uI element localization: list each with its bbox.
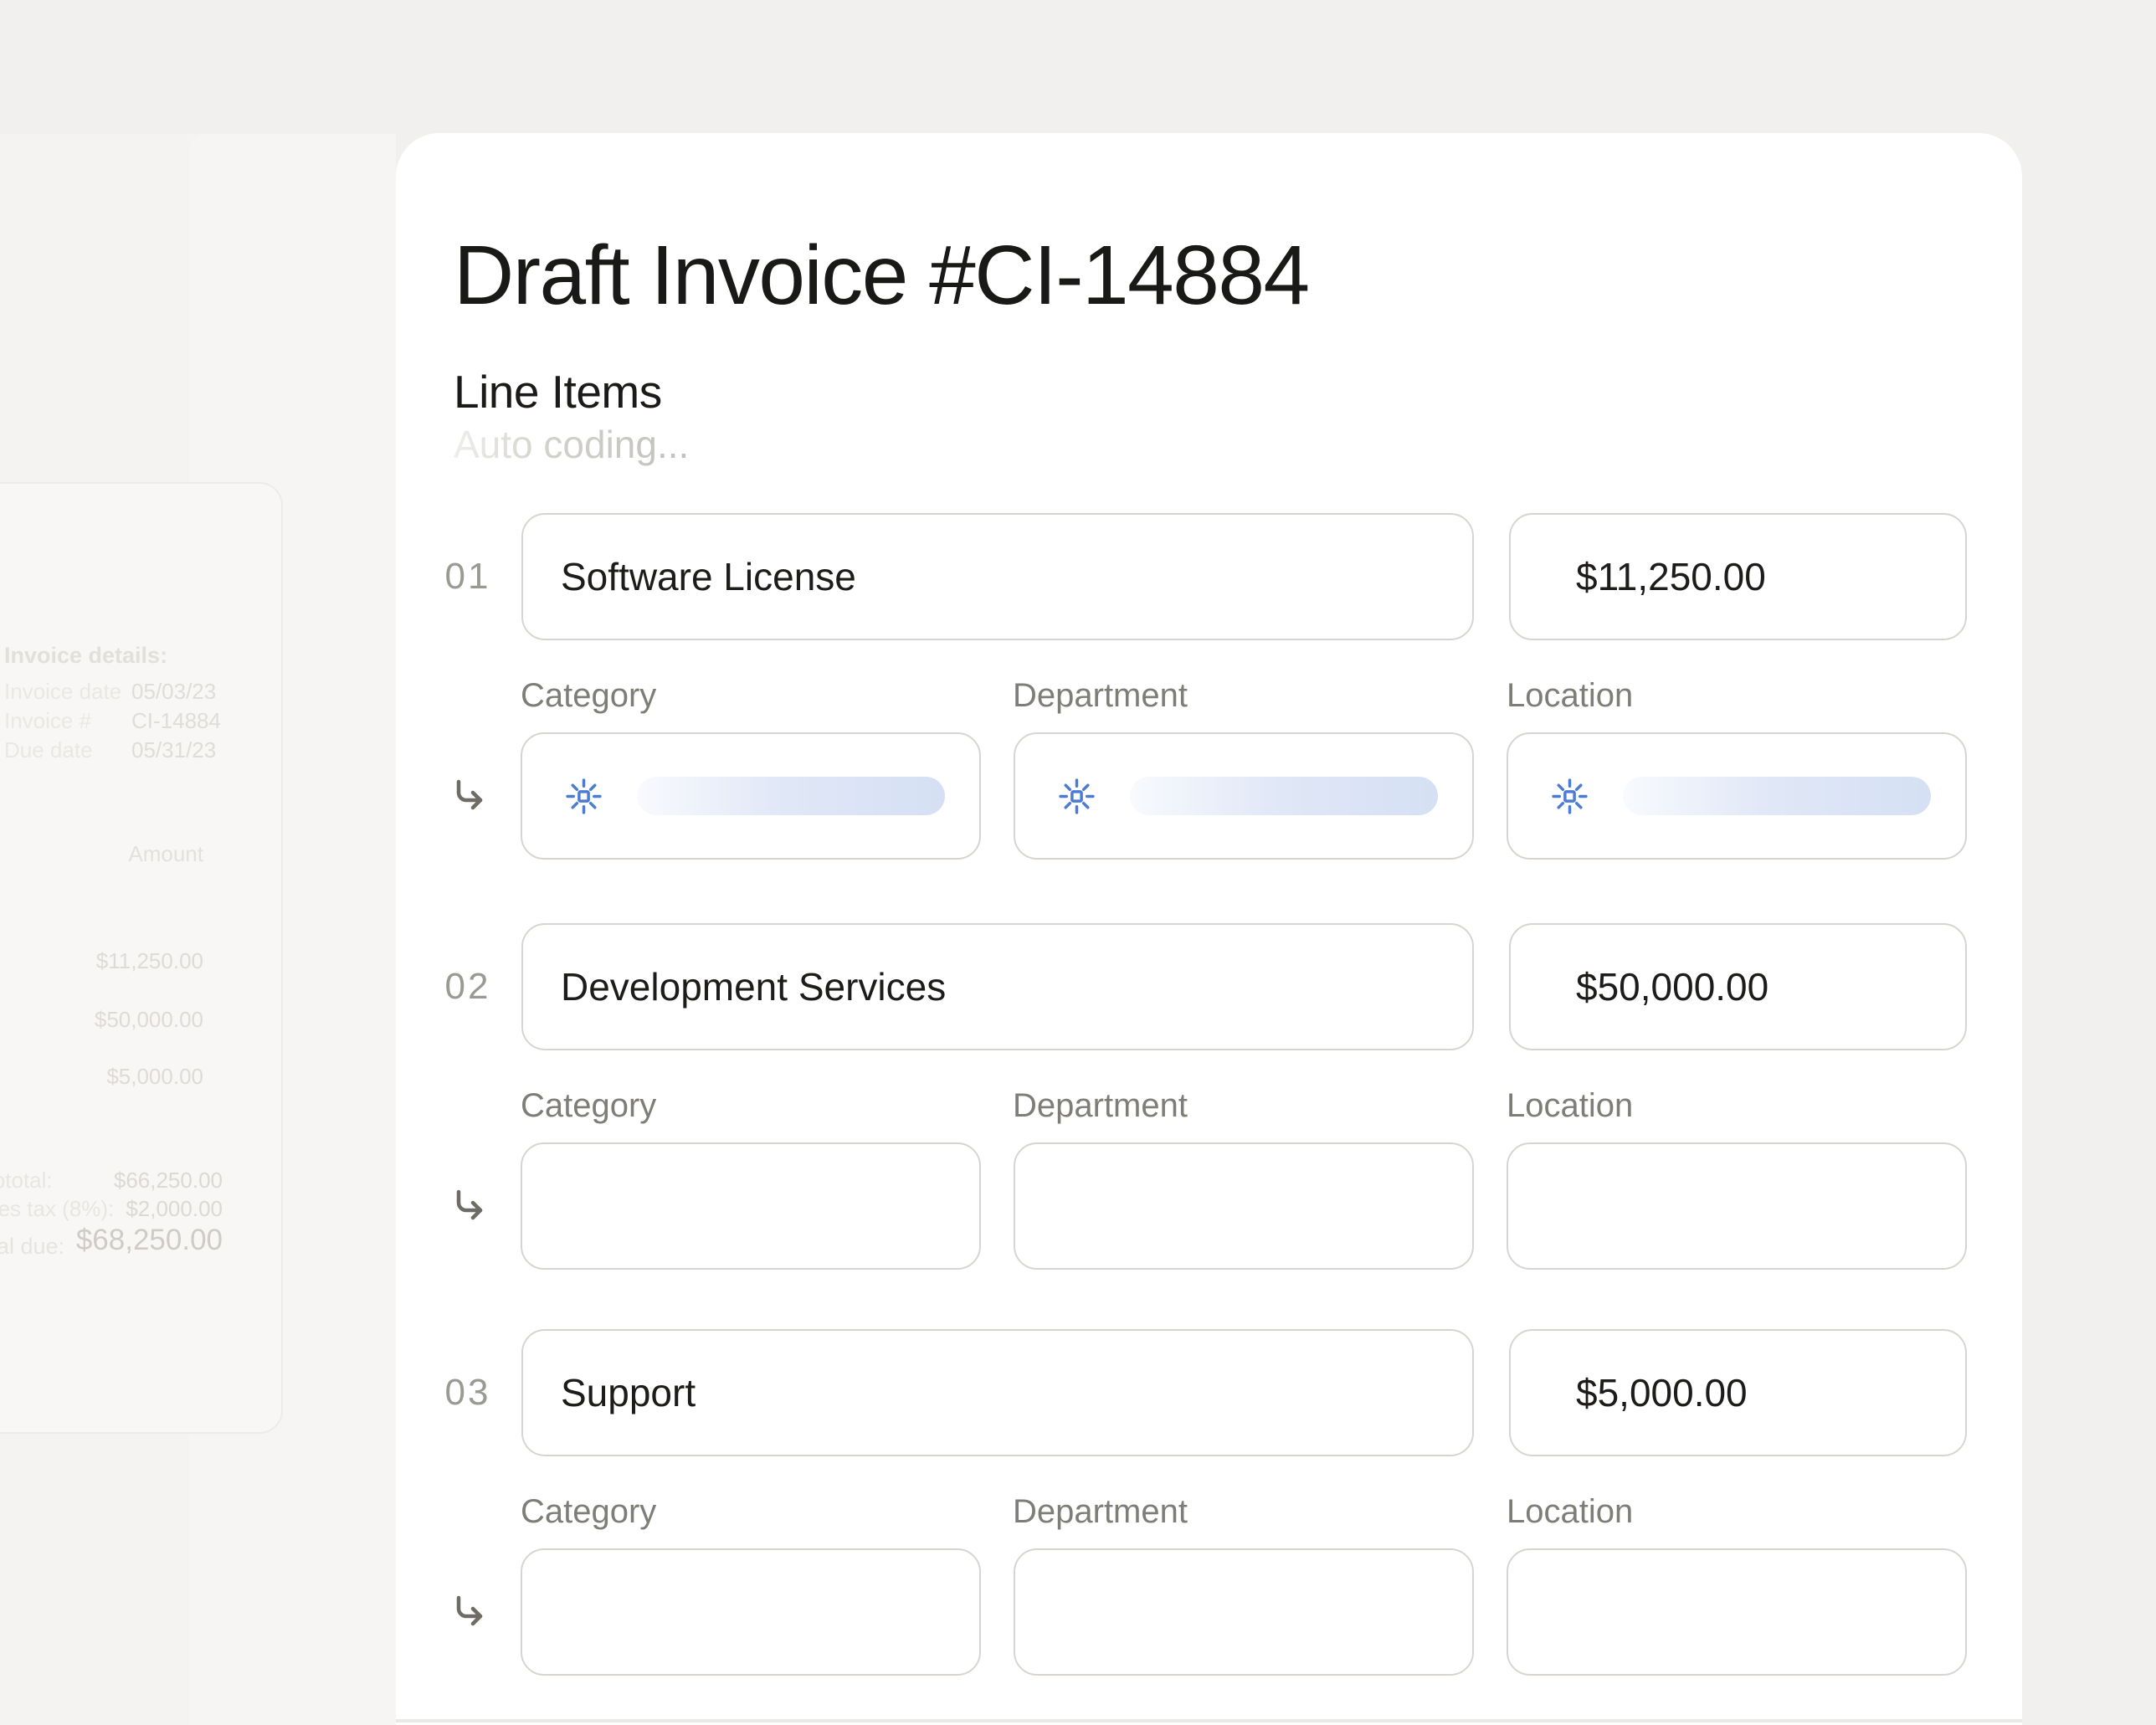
- sub-row-arrow-icon: [450, 778, 487, 814]
- amount-input[interactable]: $5,000.00: [1509, 1329, 1967, 1456]
- line-item-row: 03 Support $5,000.00 Category Department…: [396, 1329, 2022, 1676]
- amount-value: $5,000.00: [1511, 1331, 1965, 1455]
- description-input[interactable]: Support: [521, 1329, 1474, 1456]
- total-due-label: Total due:: [0, 1234, 64, 1260]
- page-title: Draft Invoice #CI-14884: [454, 230, 1309, 321]
- location-field[interactable]: [1507, 1548, 1967, 1676]
- category-field[interactable]: [521, 1548, 981, 1676]
- sales-tax-label: Sales tax (8%):: [0, 1196, 114, 1222]
- invoice-number-value: CI-14884: [131, 708, 221, 734]
- amount-value: $50,000.00: [1511, 925, 1965, 1049]
- description-input[interactable]: Software License: [521, 513, 1474, 640]
- line-item-number: 01: [444, 557, 491, 597]
- category-field-loading[interactable]: [521, 732, 981, 860]
- line-item-number: 02: [444, 967, 491, 1007]
- loading-shimmer: [637, 777, 945, 815]
- description-value: Development Services: [523, 925, 1472, 1049]
- department-field[interactable]: [1014, 1548, 1474, 1676]
- amount-value: $11,250.00: [1511, 515, 1965, 639]
- department-field[interactable]: [1014, 1142, 1474, 1270]
- location-label: Location: [1507, 677, 1633, 714]
- amount-column-header: Amount: [128, 841, 203, 867]
- sub-row-arrow-icon: [450, 1594, 487, 1630]
- location-label: Location: [1507, 1493, 1633, 1530]
- line-item-number: 03: [444, 1373, 491, 1413]
- invoice-date-value: 05/03/23: [131, 679, 216, 705]
- ai-sparkle-icon: [1550, 777, 1589, 816]
- line-item-row: 02 Development Services $50,000.00 Categ…: [396, 923, 2022, 1270]
- location-field-loading[interactable]: [1507, 732, 1967, 860]
- loading-shimmer: [1130, 777, 1438, 815]
- category-label: Category: [521, 677, 656, 714]
- bottom-divider: [396, 1719, 2022, 1722]
- invoice-details-heading: Invoice details:: [4, 643, 167, 669]
- line-items-heading: Line Items: [454, 365, 662, 418]
- invoice-number-label: Invoice #: [4, 708, 91, 734]
- category-label: Category: [521, 1087, 656, 1124]
- sub-row-arrow-icon: [450, 1188, 487, 1224]
- subtotal-label: Subtotal:: [0, 1168, 53, 1194]
- department-label: Department: [1013, 677, 1188, 714]
- amount-row: $11,250.00: [96, 948, 203, 974]
- category-field[interactable]: [521, 1142, 981, 1270]
- amount-row: $50,000.00: [95, 1007, 203, 1033]
- location-field[interactable]: [1507, 1142, 1967, 1270]
- loading-shimmer: [1623, 777, 1931, 815]
- due-date-label: Due date: [4, 737, 93, 763]
- line-item-row: 01 Software License $11,250.00 Category …: [396, 513, 2022, 860]
- ai-sparkle-icon: [564, 777, 603, 816]
- amount-input[interactable]: $11,250.00: [1509, 513, 1967, 640]
- auto-coding-status: Auto coding...: [454, 422, 689, 467]
- source-invoice-panel: Invoice details: Invoice date 05/03/23 I…: [0, 482, 283, 1434]
- department-label: Department: [1013, 1087, 1188, 1124]
- sales-tax-value: $2,000.00: [126, 1196, 223, 1222]
- amount-row: $5,000.00: [106, 1064, 203, 1090]
- draft-invoice-screen: Invoice details: Invoice date 05/03/23 I…: [0, 0, 2156, 1725]
- department-label: Department: [1013, 1493, 1188, 1530]
- location-label: Location: [1507, 1087, 1633, 1124]
- category-label: Category: [521, 1493, 656, 1530]
- description-value: Support: [523, 1331, 1472, 1455]
- subtotal-value: $66,250.00: [114, 1168, 223, 1194]
- ai-sparkle-icon: [1057, 777, 1096, 816]
- description-input[interactable]: Development Services: [521, 923, 1474, 1050]
- amount-input[interactable]: $50,000.00: [1509, 923, 1967, 1050]
- invoice-date-label: Invoice date: [4, 679, 121, 705]
- due-date-value: 05/31/23: [131, 737, 216, 763]
- department-field-loading[interactable]: [1014, 732, 1474, 860]
- description-value: Software License: [523, 515, 1472, 639]
- total-due-value: $68,250.00: [76, 1224, 223, 1257]
